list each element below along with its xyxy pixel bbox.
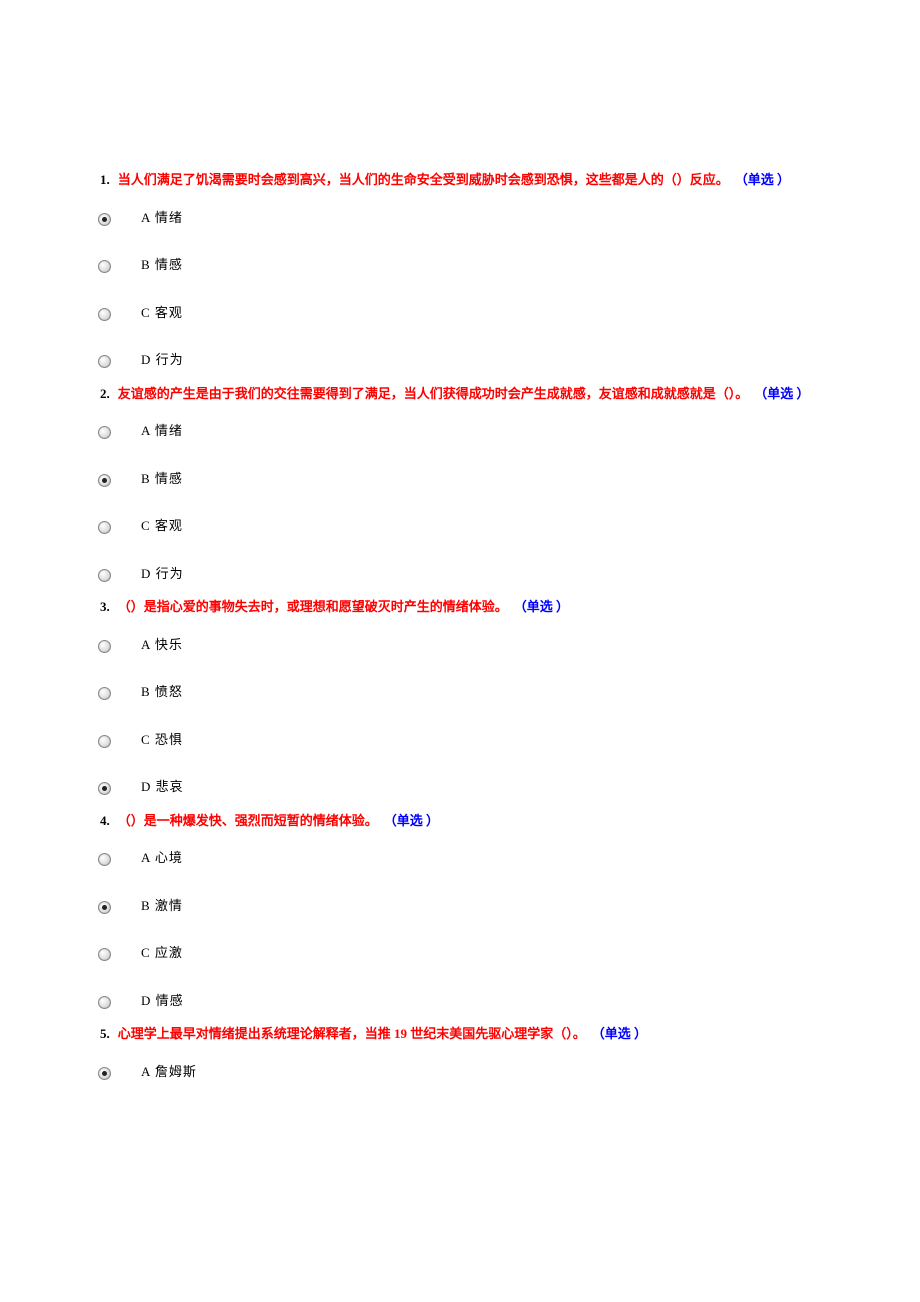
question-number: 3. <box>100 597 110 617</box>
options-list: A 情绪 B 情感 C 客观 D 行为 <box>100 421 820 583</box>
option-item[interactable]: C 客观 <box>98 303 820 323</box>
question-type: （单选 ） <box>735 170 790 190</box>
option-label: A 情绪 <box>141 208 183 228</box>
quiz-form: 1. 当人们满足了饥渴需要时会感到高兴，当人们的生命安全受到威胁时会感到恐惧，这些… <box>100 170 820 1081</box>
option-item[interactable]: A 情绪 <box>98 421 820 441</box>
option-label: D 行为 <box>141 350 184 370</box>
option-item[interactable]: B 情感 <box>98 469 820 489</box>
option-item[interactable]: A 心境 <box>98 848 820 868</box>
question-text: 当人们满足了饥渴需要时会感到高兴，当人们的生命安全受到威胁时会感到恐惧，这些都是… <box>118 170 729 190</box>
question-number: 5. <box>100 1024 110 1044</box>
option-label: D 悲哀 <box>141 777 184 797</box>
question-text: （）是一种爆发快、强烈而短暂的情绪体验。 <box>118 811 378 831</box>
radio-unselected-icon[interactable] <box>98 355 111 368</box>
question-type: （单选 ） <box>592 1024 647 1044</box>
option-label: C 客观 <box>141 516 183 536</box>
options-list: A 情绪 B 情感 C 客观 D 行为 <box>100 208 820 370</box>
question-type: （单选 ） <box>384 811 439 831</box>
radio-unselected-icon[interactable] <box>98 853 111 866</box>
option-item[interactable]: D 行为 <box>98 350 820 370</box>
radio-selected-icon[interactable] <box>98 1067 111 1080</box>
option-item[interactable]: C 应激 <box>98 943 820 963</box>
option-item[interactable]: C 恐惧 <box>98 730 820 750</box>
question-header: 5. 心理学上最早对情绪提出系统理论解释者，当推 19 世纪末美国先驱心理学家（）… <box>100 1024 820 1044</box>
option-item[interactable]: A 情绪 <box>98 208 820 228</box>
option-item[interactable]: D 悲哀 <box>98 777 820 797</box>
radio-unselected-icon[interactable] <box>98 640 111 653</box>
question-header: 1. 当人们满足了饥渴需要时会感到高兴，当人们的生命安全受到威胁时会感到恐惧，这些… <box>100 170 820 190</box>
option-label: A 情绪 <box>141 421 183 441</box>
option-label: C 恐惧 <box>141 730 183 750</box>
option-item[interactable]: D 情感 <box>98 991 820 1011</box>
question-number: 4. <box>100 811 110 831</box>
option-item[interactable]: C 客观 <box>98 516 820 536</box>
option-label: D 情感 <box>141 991 184 1011</box>
option-item[interactable]: A 快乐 <box>98 635 820 655</box>
question-text: 心理学上最早对情绪提出系统理论解释者，当推 19 世纪末美国先驱心理学家（）。 <box>118 1024 586 1044</box>
radio-selected-icon[interactable] <box>98 901 111 914</box>
radio-unselected-icon[interactable] <box>98 687 111 700</box>
option-item[interactable]: B 激情 <box>98 896 820 916</box>
question-block: 2. 友谊感的产生是由于我们的交往需要得到了满足，当人们获得成功时会产生成就感，友… <box>100 384 820 584</box>
option-label: A 快乐 <box>141 635 183 655</box>
radio-selected-icon[interactable] <box>98 213 111 226</box>
option-label: D 行为 <box>141 564 184 584</box>
question-block: 3. （）是指心爱的事物失去时，或理想和愿望破灭时产生的情绪体验。 （单选 ） A 快… <box>100 597 820 797</box>
radio-unselected-icon[interactable] <box>98 735 111 748</box>
radio-unselected-icon[interactable] <box>98 260 111 273</box>
question-block: 5. 心理学上最早对情绪提出系统理论解释者，当推 19 世纪末美国先驱心理学家（）… <box>100 1024 820 1081</box>
options-list: A 心境 B 激情 C 应激 D 情感 <box>100 848 820 1010</box>
question-header: 3. （）是指心爱的事物失去时，或理想和愿望破灭时产生的情绪体验。 （单选 ） <box>100 597 820 617</box>
option-label: B 情感 <box>141 469 183 489</box>
options-list: A 快乐 B 愤怒 C 恐惧 D 悲哀 <box>100 635 820 797</box>
option-item[interactable]: B 愤怒 <box>98 682 820 702</box>
question-header: 4. （）是一种爆发快、强烈而短暂的情绪体验。 （单选 ） <box>100 811 820 831</box>
option-label: B 情感 <box>141 255 183 275</box>
radio-unselected-icon[interactable] <box>98 569 111 582</box>
option-item[interactable]: A 詹姆斯 <box>98 1062 820 1082</box>
question-block: 4. （）是一种爆发快、强烈而短暂的情绪体验。 （单选 ） A 心境 B 激情 C 应激 D… <box>100 811 820 1011</box>
question-number: 2. <box>100 384 110 404</box>
option-label: B 愤怒 <box>141 682 183 702</box>
radio-unselected-icon[interactable] <box>98 426 111 439</box>
radio-unselected-icon[interactable] <box>98 308 111 321</box>
radio-unselected-icon[interactable] <box>98 996 111 1009</box>
question-number: 1. <box>100 170 110 190</box>
question-type: （单选 ） <box>514 597 569 617</box>
option-label: C 应激 <box>141 943 183 963</box>
question-header: 2. 友谊感的产生是由于我们的交往需要得到了满足，当人们获得成功时会产生成就感，友… <box>100 384 820 404</box>
option-label: B 激情 <box>141 896 183 916</box>
option-label: A 詹姆斯 <box>141 1062 197 1082</box>
radio-unselected-icon[interactable] <box>98 948 111 961</box>
option-item[interactable]: B 情感 <box>98 255 820 275</box>
radio-selected-icon[interactable] <box>98 474 111 487</box>
radio-selected-icon[interactable] <box>98 782 111 795</box>
radio-unselected-icon[interactable] <box>98 521 111 534</box>
question-text: （）是指心爱的事物失去时，或理想和愿望破灭时产生的情绪体验。 <box>118 597 508 617</box>
option-label: A 心境 <box>141 848 183 868</box>
question-block: 1. 当人们满足了饥渴需要时会感到高兴，当人们的生命安全受到威胁时会感到恐惧，这些… <box>100 170 820 370</box>
options-list: A 詹姆斯 <box>100 1062 820 1082</box>
question-text: 友谊感的产生是由于我们的交往需要得到了满足，当人们获得成功时会产生成就感，友谊感… <box>118 384 749 404</box>
option-item[interactable]: D 行为 <box>98 564 820 584</box>
question-type: （单选 ） <box>754 384 809 404</box>
option-label: C 客观 <box>141 303 183 323</box>
